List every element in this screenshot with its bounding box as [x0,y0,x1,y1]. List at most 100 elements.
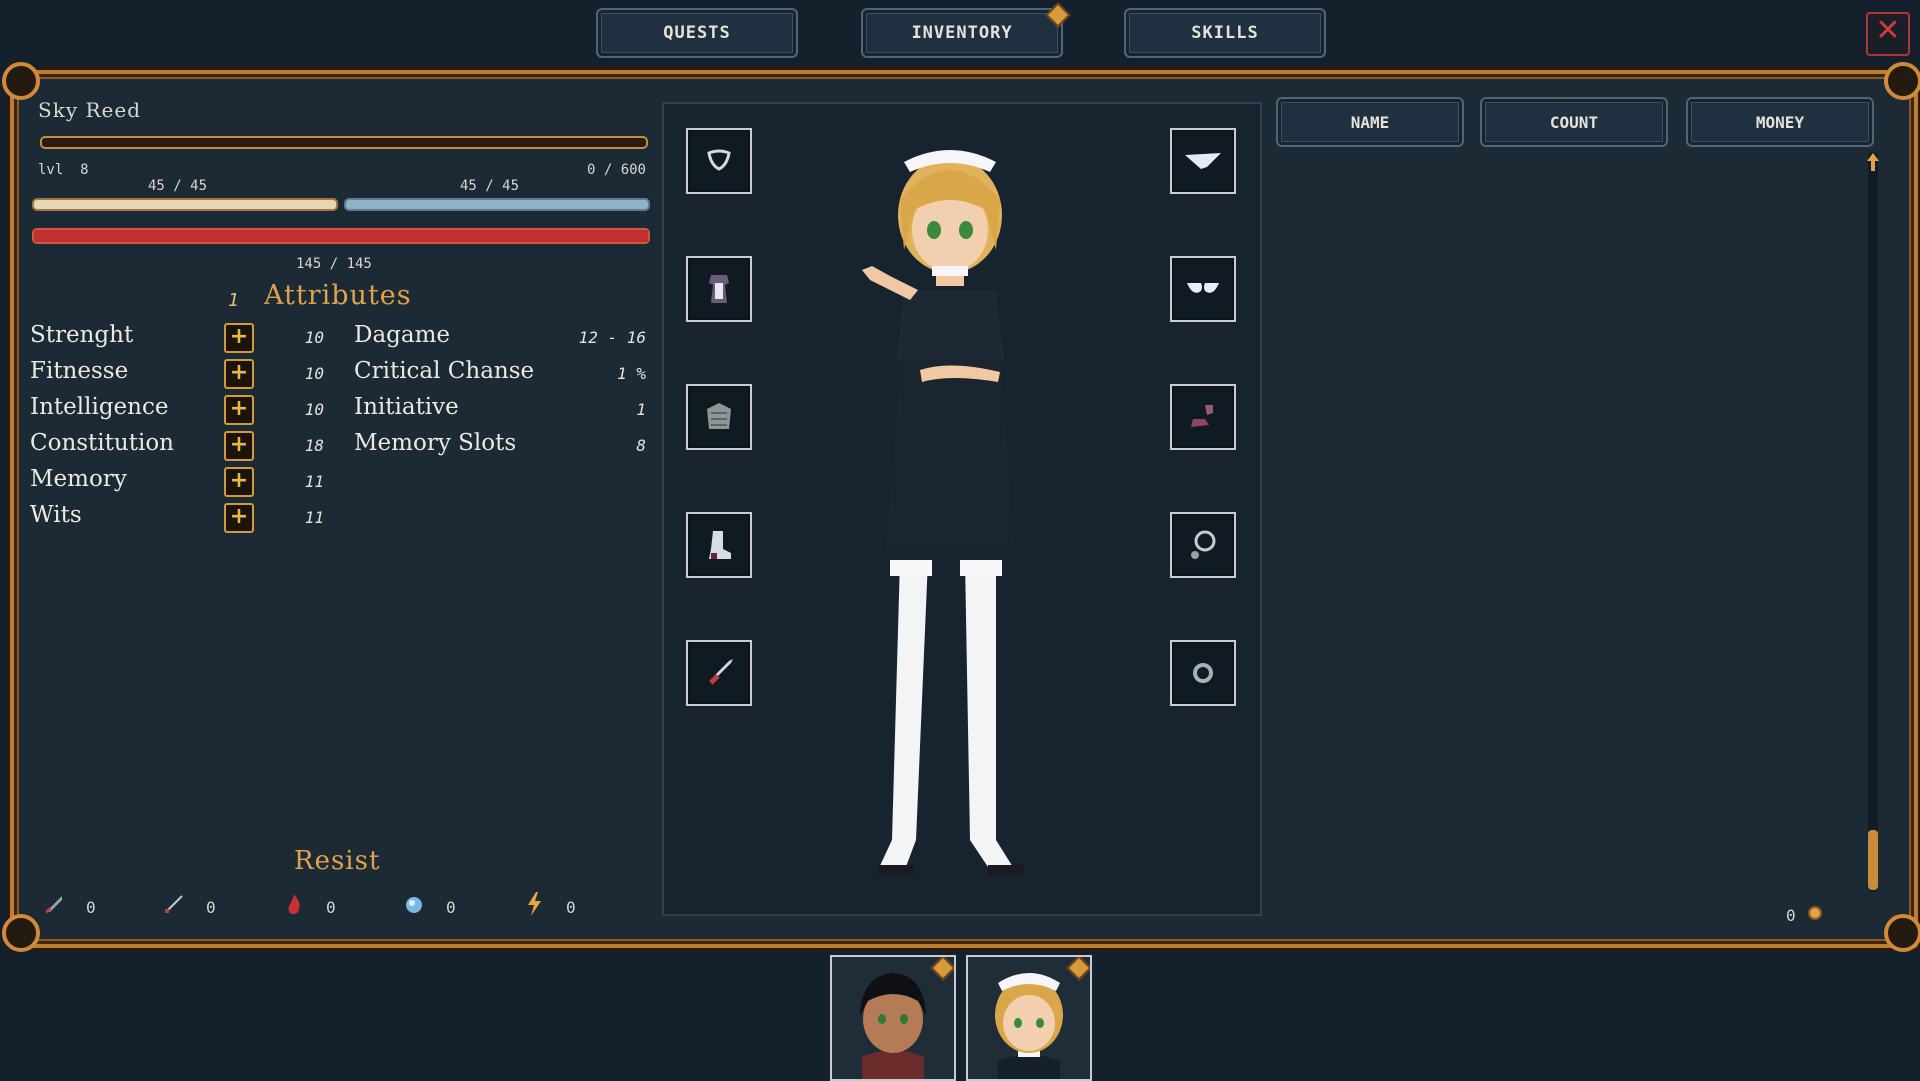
frame-corner-ornament-icon [2,914,40,952]
party-portrait-hero[interactable] [830,955,956,1081]
dress-icon [709,275,729,303]
stat-b-bar [344,198,650,211]
plus-icon: + [229,468,249,493]
add-intelligence-button[interactable]: + [224,395,254,425]
attribute-value-fitnesse: 10 [304,364,324,383]
ice-icon [406,897,422,913]
equip-slot-boots[interactable] [686,512,752,578]
equip-slot-ring[interactable] [1170,640,1236,706]
attribute-value-wits: 11 [304,508,324,527]
attribute-points: 1 [228,290,239,311]
frame-corner-ornament-icon [1884,62,1920,100]
attribute-label-wits: Wits [30,502,82,528]
experience-value: 0 / 600 [586,162,646,178]
lightning-icon [528,892,541,916]
attribute-label-damage: Dagame [354,322,451,348]
sword-icon [45,896,62,914]
panties-icon [1185,153,1221,169]
resist-sword-value: 0 [86,898,96,917]
dagger-icon [709,659,733,685]
equip-slot-necklace[interactable] [686,128,752,194]
scroll-up-arrow-icon[interactable] [1866,152,1880,172]
shoes-icon [1191,405,1213,427]
frame-corner-ornament-icon [1884,914,1920,952]
column-header-count[interactable]: COUNT [1480,97,1668,147]
frame-corner-ornament-icon [2,62,40,100]
bra-icon [1187,283,1219,293]
plus-icon: + [229,324,249,349]
level-text: lvl [38,162,64,178]
attribute-value-memory-slots: 8 [636,436,646,455]
add-memory-button[interactable]: + [224,467,254,497]
coin-icon [1808,906,1822,920]
ring-icon [1193,663,1213,683]
tab-quests[interactable]: QUESTS [596,8,798,58]
experience-bar [40,136,648,149]
attribute-label-strength: Strenght [30,322,134,348]
scrollbar-thumb[interactable] [1868,830,1878,890]
attribute-value-damage: 12 - 16 [578,328,646,347]
equip-slot-weapon[interactable] [686,640,752,706]
equip-slot-armor[interactable] [686,384,752,450]
attribute-value-critical-chance: 1 % [617,364,646,383]
add-fitnesse-button[interactable]: + [224,359,254,389]
equip-slot-bra[interactable] [1170,256,1236,322]
inventory-list[interactable] [1276,150,1866,890]
resist-heading: Resist [294,846,381,876]
plus-icon: + [229,504,249,529]
equip-slot-dress[interactable] [686,256,752,322]
attribute-value-initiative: 1 [636,400,646,419]
equip-slot-panties[interactable] [1170,128,1236,194]
column-header-money-label: MONEY [1755,112,1805,132]
character-figure [862,150,1024,875]
attribute-label-intelligence: Intelligence [30,394,169,420]
resist-lightning-value: 0 [566,898,576,917]
attribute-value-memory: 11 [304,472,324,491]
attributes-heading: Attributes [264,280,412,311]
attribute-label-constitution: Constitution [30,430,174,456]
equip-slot-shoes[interactable] [1170,384,1236,450]
column-header-money[interactable]: MONEY [1686,97,1874,147]
party-portrait-maid[interactable] [966,955,1092,1081]
attribute-value-constitution: 18 [304,436,324,455]
health-bar [32,228,650,244]
add-constitution-button[interactable]: + [224,431,254,461]
attribute-label-fitnesse: Fitnesse [30,358,129,384]
close-button[interactable]: ✕ [1866,12,1910,56]
attribute-label-memory-slots: Memory Slots [354,430,517,456]
plus-icon: + [229,360,249,385]
boot-icon [709,531,731,559]
amulet-icon [1191,530,1216,559]
fire-icon [288,894,300,915]
money-value: 0 [1786,906,1796,925]
health-bar-fill [34,230,648,242]
inventory-scrollbar[interactable] [1866,152,1880,892]
attribute-label-initiative: Initiative [354,394,459,420]
stat-a-value: 45 / 45 [148,178,208,194]
tab-inventory-label: INVENTORY [911,23,1013,43]
maid-portrait-icon [968,957,1090,1079]
tab-inventory[interactable]: INVENTORY [861,2,1071,58]
resist-fire-value: 0 [326,898,336,917]
necklace-icon [707,149,731,171]
add-strength-button[interactable]: + [224,323,254,353]
dark-haired-hero-portrait-icon [832,957,954,1079]
attribute-label-memory: Memory [30,466,127,492]
notification-badge-icon [1045,2,1071,28]
level-value: 8 [80,162,89,178]
tab-skills-label: SKILLS [1191,23,1259,43]
close-icon: ✕ [1875,13,1901,48]
level-label: lvl 8 [38,162,89,178]
stat-b-value: 45 / 45 [460,178,520,194]
attribute-value-intelligence: 10 [304,400,324,419]
add-wits-button[interactable]: + [224,503,254,533]
plus-icon: + [229,432,249,457]
column-header-name[interactable]: NAME [1276,97,1464,147]
equip-slot-amulet[interactable] [1170,512,1236,578]
arrow-icon [165,895,183,913]
character-name: Sky Reed [38,98,142,122]
column-header-name-label: NAME [1350,112,1390,132]
tab-skills[interactable]: SKILLS [1124,8,1326,58]
armor-icon [707,403,731,429]
resist-arrow-value: 0 [206,898,216,917]
